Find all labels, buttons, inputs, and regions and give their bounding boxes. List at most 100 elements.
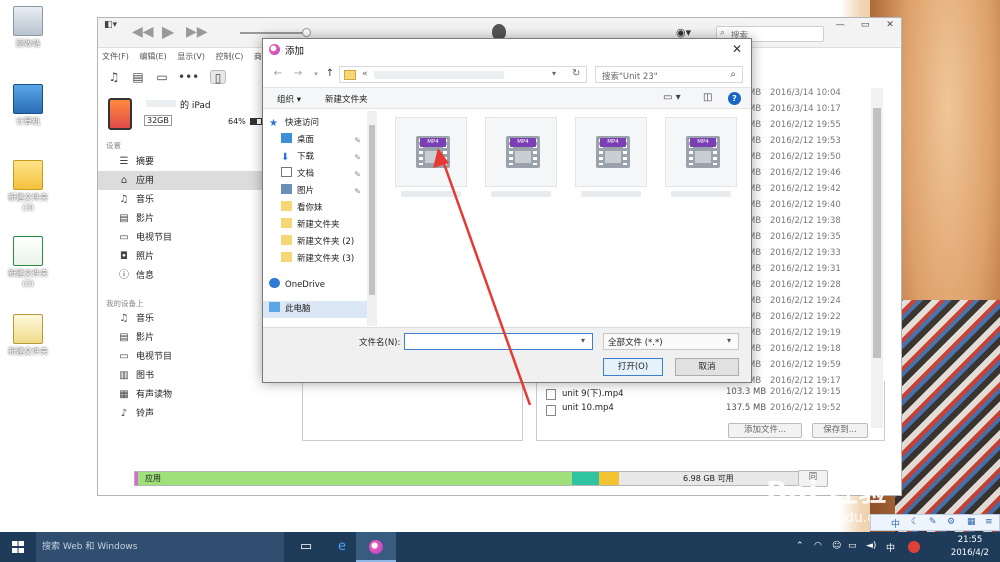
file-row[interactable]: MB 2016/2/12 19:50 <box>748 152 883 168</box>
nav-folder-4[interactable]: 新建文件夹 (3) <box>263 251 367 268</box>
desktop-icon-computer[interactable]: 计算机 <box>2 84 54 127</box>
menu-edit[interactable]: 编辑(E) <box>135 49 170 64</box>
file-row[interactable]: MB 2016/2/12 19:18 <box>748 344 883 360</box>
save-to-button[interactable]: 保存到... <box>812 423 868 438</box>
help-icon[interactable]: ? <box>728 92 741 105</box>
view-options-icon[interactable]: ▭ ▾ <box>663 92 681 103</box>
chevron-down-icon[interactable]: ▾ <box>581 336 585 345</box>
start-button[interactable] <box>0 532 36 562</box>
ime-icon-4[interactable]: ⚙ <box>947 517 955 527</box>
sidebar-item-summary[interactable]: ☰ 摘要 <box>98 152 263 171</box>
open-button[interactable]: 打开(O) <box>603 358 663 376</box>
file-row[interactable]: MB 2016/2/12 19:40 <box>748 200 883 216</box>
file-row[interactable]: MB 2016/2/12 19:31 <box>748 264 883 280</box>
ime-icon-3[interactable]: ✎ <box>929 517 937 527</box>
desktop-icon-recycle-bin[interactable]: 回收站 <box>2 6 54 49</box>
sidebar-item-music[interactable]: ♫ 音乐 <box>98 190 263 209</box>
sidebar-item-photos[interactable]: ◘ 照片 <box>98 247 263 266</box>
chevron-down-icon[interactable]: ▾ <box>552 69 556 78</box>
desktop-icon-folder-3[interactable]: 新建文件夹 (3) <box>2 160 54 212</box>
file-row[interactable]: MB 2016/2/12 19:53 <box>748 136 883 152</box>
window-menu-icon[interactable]: ◧▾ <box>104 20 117 30</box>
file-row[interactable]: MB 2016/2/12 19:46 <box>748 168 883 184</box>
nav-pane-scrollbar[interactable] <box>367 111 377 326</box>
file-tile[interactable]: MP4 <box>395 117 467 217</box>
ime-icon-5[interactable]: ▦ <box>967 517 976 527</box>
minimize-icon[interactable]: — <box>829 18 851 32</box>
device-item-books[interactable]: ▥ 图书 <box>98 366 263 385</box>
ime-icon-1[interactable]: 中 <box>891 517 900 530</box>
add-file-button[interactable]: 添加文件... <box>728 423 802 438</box>
ime-icon-2[interactable]: ☾ <box>911 517 919 527</box>
drive-icon[interactable]: ▭ <box>848 541 857 551</box>
itunes-taskbar-button[interactable] <box>356 532 396 562</box>
file-row[interactable]: MB 2016/2/12 19:22 <box>748 312 883 328</box>
desktop-icon-folder-2[interactable]: 新建文件夹 (2) <box>2 236 54 288</box>
chevron-up-icon[interactable]: ⌃ <box>796 541 804 551</box>
ime-status[interactable]: 中 <box>886 541 895 554</box>
file-list-scrollbar[interactable] <box>871 88 883 428</box>
file-row[interactable]: MB 2016/2/12 19:24 <box>748 296 883 312</box>
sidebar-item-tv[interactable]: ▭ 电视节目 <box>98 228 263 247</box>
sidebar-item-apps[interactable]: ⌂ 应用 <box>98 171 263 190</box>
address-bar[interactable]: « ▾ ↻ <box>339 66 587 83</box>
film-icon[interactable]: ▤ <box>130 70 146 84</box>
nav-this-pc[interactable]: 此电脑 <box>263 301 367 318</box>
cancel-button[interactable]: 取消 <box>675 358 739 376</box>
users-icon[interactable]: ☺ <box>832 541 841 551</box>
file-tile[interactable]: MP4 <box>575 117 647 217</box>
file-row[interactable]: MB 2016/2/12 19:55 <box>748 120 883 136</box>
file-tile[interactable]: MP4 <box>665 117 737 217</box>
filename-input[interactable] <box>404 333 593 350</box>
nav-folder-1[interactable]: 看你妹 <box>263 200 367 217</box>
new-folder-button[interactable]: 新建文件夹 <box>325 93 368 105</box>
menu-view[interactable]: 显示(V) <box>173 49 209 64</box>
volume-slider[interactable] <box>240 32 310 34</box>
back-arrow-icon[interactable]: ← <box>271 67 285 81</box>
file-tile[interactable]: MP4 <box>485 117 557 217</box>
dialog-search-input[interactable]: 搜索"Unit 23" ⌕ <box>595 66 743 83</box>
rewind-icon[interactable]: ◀◀ <box>132 24 154 40</box>
ipad-device-icon[interactable]: ▯ <box>210 70 226 85</box>
file-row[interactable]: MB 2016/2/12 19:42 <box>748 184 883 200</box>
refresh-icon[interactable]: ↻ <box>572 68 580 79</box>
maximize-icon[interactable]: ▭ <box>854 18 876 32</box>
organize-menu[interactable]: 组织 ▾ <box>277 93 301 105</box>
forward-icon[interactable]: ▶▶ <box>186 24 208 40</box>
taskbar-clock[interactable]: 21:55 2016/4/2 <box>942 534 998 562</box>
wifi-icon[interactable]: ◠ <box>814 541 822 551</box>
play-icon[interactable]: ▶ <box>162 22 174 41</box>
up-arrow-icon[interactable]: ↑ <box>323 67 337 81</box>
nav-folder-2[interactable]: 新建文件夹 <box>263 217 367 234</box>
tv-icon[interactable]: ▭ <box>154 70 170 84</box>
file-row[interactable]: MB 2016/2/12 19:19 <box>748 328 883 344</box>
chevron-down-icon[interactable]: ▾ <box>727 336 731 345</box>
menu-controls[interactable]: 控制(C) <box>212 49 248 64</box>
preview-pane-icon[interactable]: ◫ <box>703 92 712 103</box>
nav-pictures[interactable]: 图片 ✎ <box>263 183 367 200</box>
sogou-icon[interactable] <box>908 541 920 553</box>
device-item-music[interactable]: ♫ 音乐 <box>98 309 263 328</box>
recent-dropdown-icon[interactable]: ▾ <box>309 67 323 81</box>
file-row[interactable]: MB 2016/3/14 10:04 <box>748 88 883 104</box>
device-item-movies[interactable]: ▤ 影片 <box>98 328 263 347</box>
filetype-select[interactable]: 全部文件 (*.*) <box>603 333 739 350</box>
file-row[interactable]: MB 2016/2/12 19:28 <box>748 280 883 296</box>
speaker-icon[interactable]: ◄) <box>866 541 876 551</box>
device-item-tv[interactable]: ▭ 电视节目 <box>98 347 263 366</box>
forward-arrow-icon[interactable]: → <box>291 67 305 81</box>
file-row[interactable]: MB 2016/3/14 10:17 <box>748 104 883 120</box>
close-icon[interactable]: ✕ <box>879 18 901 32</box>
nav-documents[interactable]: 文档 ✎ <box>263 166 367 183</box>
task-view-button[interactable]: ▭ <box>286 532 326 562</box>
nav-downloads[interactable]: ⬇ 下载 ✎ <box>263 149 367 166</box>
nav-quick-access[interactable]: ★ 快速访问 <box>263 115 367 132</box>
file-row[interactable]: MB 2016/2/12 19:38 <box>748 216 883 232</box>
music-note-icon[interactable]: ♫ <box>106 70 122 84</box>
ime-icon-6[interactable]: ≡ <box>985 517 993 527</box>
sidebar-item-movies[interactable]: ▤ 影片 <box>98 209 263 228</box>
more-icon[interactable]: ••• <box>178 70 199 84</box>
device-item-tones[interactable]: ♪ 铃声 <box>98 404 263 423</box>
device-item-audiobooks[interactable]: ▦ 有声读物 <box>98 385 263 404</box>
volume-knob[interactable] <box>302 28 311 37</box>
